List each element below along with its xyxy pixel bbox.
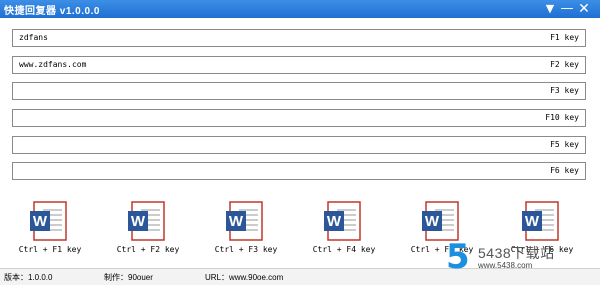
word-document-icon[interactable]: W	[521, 200, 563, 242]
svg-text:W: W	[33, 213, 48, 230]
svg-text:W: W	[229, 213, 244, 230]
reply-text-1: zdfans	[19, 33, 48, 42]
minimize-icon[interactable]: —	[559, 1, 575, 17]
reply-field-5[interactable]: F5 key	[12, 136, 586, 154]
word-document-icon[interactable]: W	[29, 200, 71, 242]
reply-field-4[interactable]: F10 key	[12, 109, 586, 127]
close-icon[interactable]: ✕	[576, 1, 592, 17]
svg-text:W: W	[327, 213, 342, 230]
reply-field-1[interactable]: zdfans F1 key	[12, 29, 586, 47]
reply-field-2[interactable]: www.zdfans.com F2 key	[12, 56, 586, 74]
shortcut-label-2: Ctrl + F2 key	[116, 245, 180, 254]
svg-text:W: W	[131, 213, 146, 230]
watermark-logo: 5	[446, 237, 470, 277]
word-document-icon[interactable]: W	[421, 200, 463, 242]
hotkey-label-5: F5 key	[550, 140, 579, 149]
reply-field-6[interactable]: F6 key	[12, 162, 586, 180]
shortcut-label-3: Ctrl + F3 key	[214, 245, 278, 254]
svg-text:W: W	[425, 213, 440, 230]
word-document-icon[interactable]: W	[127, 200, 169, 242]
word-document-icon[interactable]: W	[225, 200, 267, 242]
hotkey-label-6: F6 key	[550, 166, 579, 175]
url-text: URL：www.90oe.com	[205, 273, 284, 282]
word-document-icon[interactable]: W	[323, 200, 365, 242]
watermark: 5 5438下载站 www.5438.com	[446, 240, 596, 276]
hotkey-label-4: F10 key	[545, 113, 579, 122]
reply-field-3[interactable]: F3 key	[12, 82, 586, 100]
version-text: 版本：1.0.0.0	[4, 273, 53, 282]
hotkey-label-2: F2 key	[550, 60, 579, 69]
hotkey-label-1: F1 key	[550, 33, 579, 42]
watermark-url: www.5438.com	[478, 261, 533, 270]
author-text: 制作：90ouer	[104, 273, 153, 282]
shortcut-label-4: Ctrl + F4 key	[312, 245, 376, 254]
watermark-brand: 5438下载站	[478, 245, 555, 261]
reply-text-2: www.zdfans.com	[19, 60, 87, 69]
shortcut-label-1: Ctrl + F1 key	[18, 245, 82, 254]
svg-text:W: W	[525, 213, 540, 230]
menu-dropdown-icon[interactable]: ▼	[542, 1, 558, 17]
window-title: 快捷回复器 v1.0.0.0	[4, 6, 100, 17]
hotkey-label-3: F3 key	[550, 86, 579, 95]
title-bar: 快捷回复器 v1.0.0.0 ▼ — ✕	[0, 0, 600, 18]
